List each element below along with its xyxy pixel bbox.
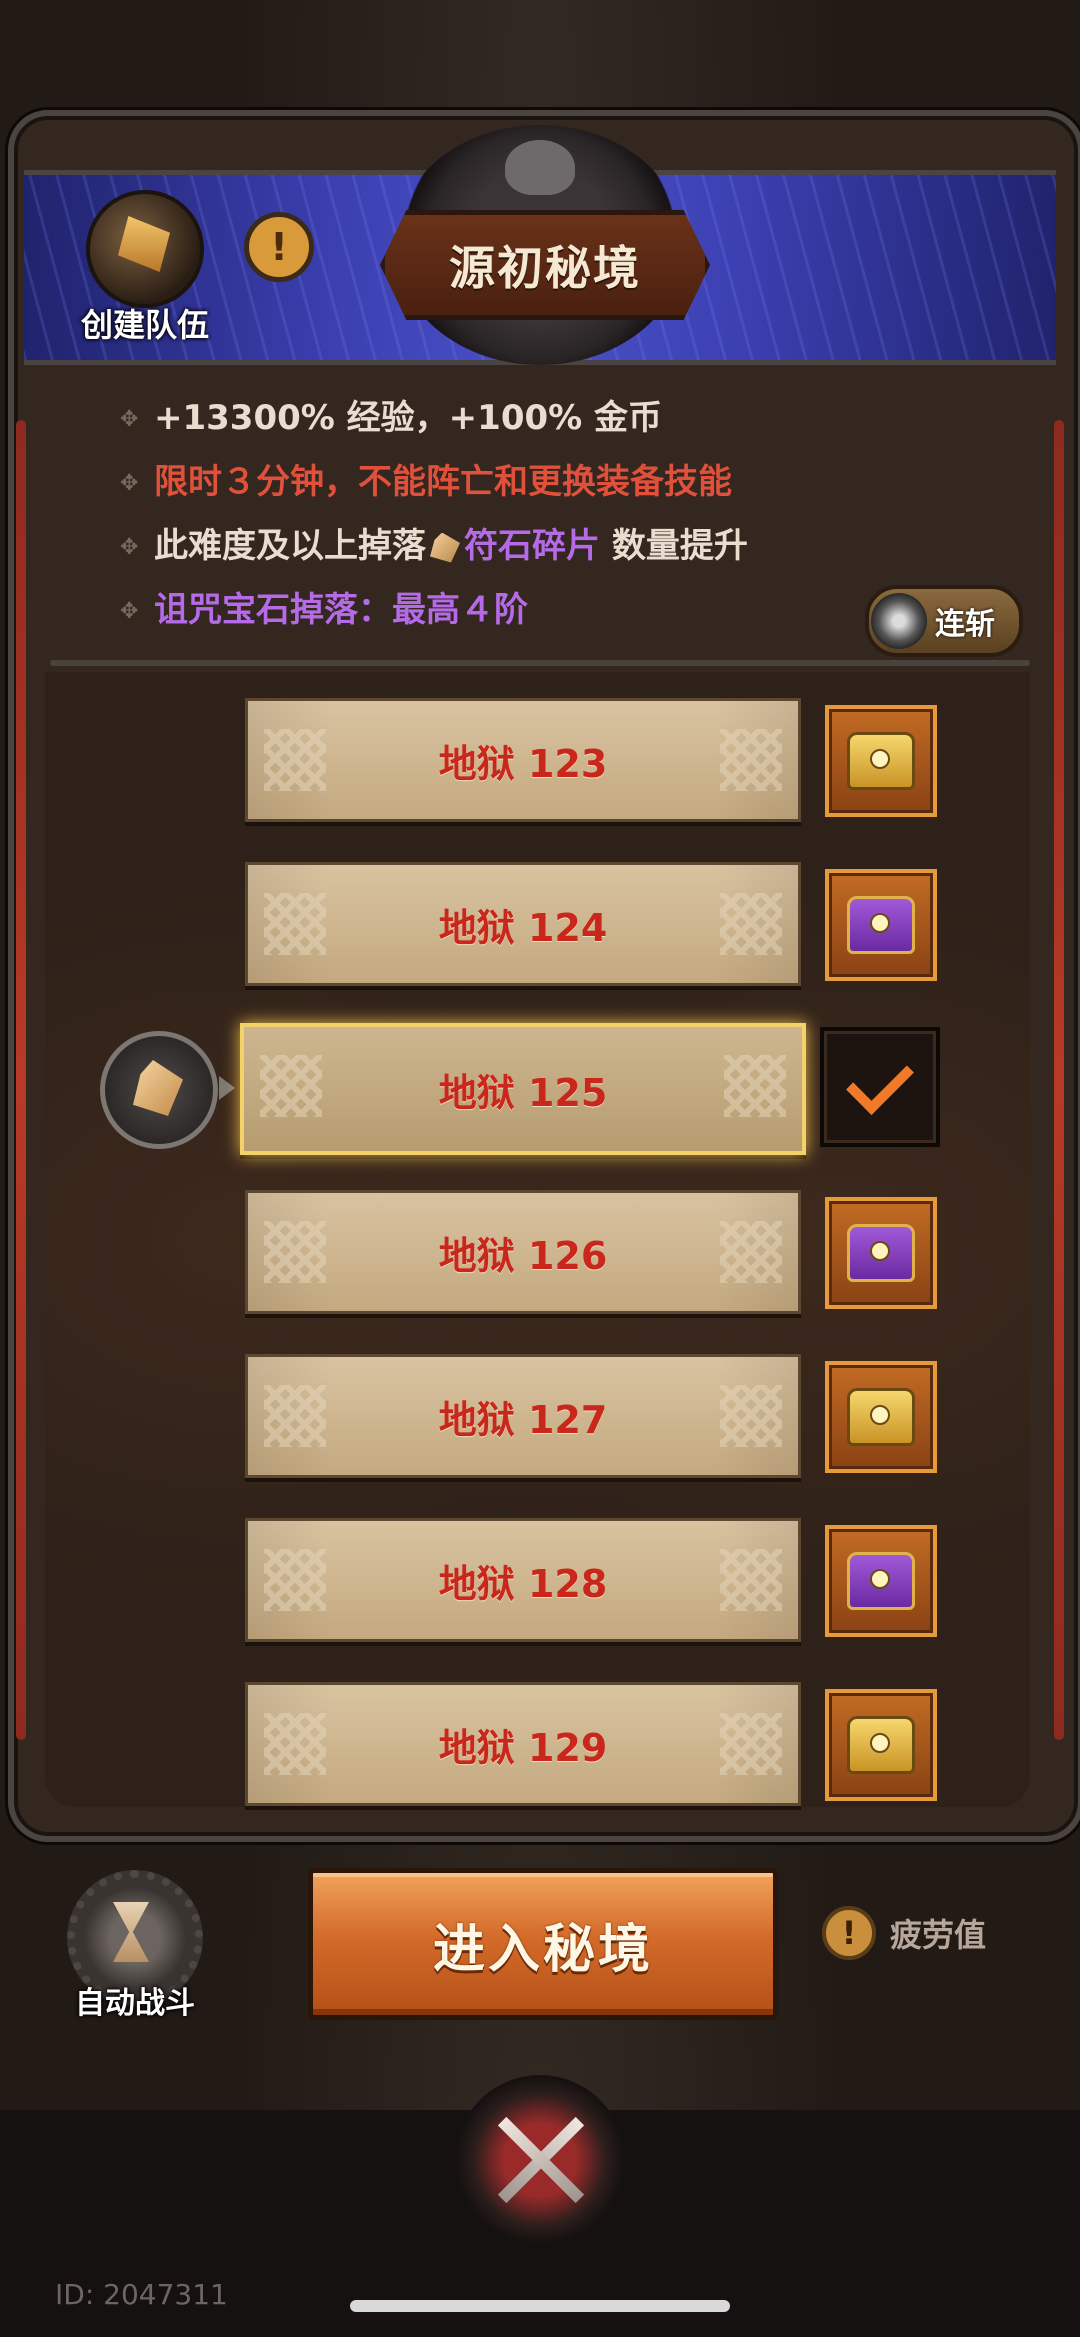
- rune-shard-icon: [133, 1060, 183, 1116]
- info-line-drops: ✥ 此难度及以上掉落 符石碎片 数量提升: [120, 526, 748, 566]
- user-id: ID: 2047311: [55, 2278, 228, 2311]
- info-line-rules: ✥ 限时３分钟，不能阵亡和更换装备技能: [120, 462, 732, 502]
- purple-chest-icon: [847, 1552, 915, 1610]
- level-button-selected[interactable]: 地狱 125: [240, 1023, 806, 1155]
- reward-chest[interactable]: [825, 1197, 937, 1309]
- enter-dungeon-button[interactable]: 进入秘境: [308, 1868, 778, 2020]
- frame-accent-right: [1054, 420, 1064, 1740]
- auto-battle-button[interactable]: 自动战斗: [55, 1870, 215, 2021]
- horn-icon: [86, 190, 204, 308]
- current-level-marker: [100, 1031, 235, 1149]
- level-button[interactable]: 地狱 124: [245, 862, 801, 986]
- reward-chest[interactable]: [825, 869, 937, 981]
- fatigue-info[interactable]: ! 疲劳值: [822, 1906, 986, 1960]
- level-button[interactable]: 地狱 123: [245, 698, 801, 822]
- info-line-gems: ✥ 诅咒宝石掉落：最高４阶: [120, 590, 528, 630]
- purple-chest-icon: [847, 1224, 915, 1282]
- rune-shard-icon: [430, 532, 460, 563]
- gold-chest-icon: [847, 1716, 915, 1774]
- combo-label: 连斩: [935, 607, 995, 642]
- crossed-swords-icon[interactable]: [455, 2075, 625, 2245]
- enter-dungeon-label: 进入秘境: [432, 1919, 653, 1980]
- warning-icon: !: [822, 1906, 876, 1960]
- reward-chest[interactable]: [825, 1525, 937, 1637]
- frame-accent-left: [16, 420, 26, 1740]
- hourglass-icon: [113, 1902, 149, 1962]
- divider: [50, 660, 1030, 666]
- bullet-icon: ✥: [120, 534, 139, 560]
- checkmark-icon: [846, 1047, 914, 1115]
- fatigue-label: 疲劳值: [890, 1916, 987, 1954]
- reward-chest[interactable]: [825, 1689, 937, 1801]
- level-button[interactable]: 地狱 127: [245, 1354, 801, 1478]
- info-line-rewards: ✥ +13300% 经验，+100% 金币: [120, 398, 663, 438]
- page-title: 源初秘境: [449, 241, 641, 295]
- level-button[interactable]: 地狱 129: [245, 1682, 801, 1806]
- auto-battle-label: 自动战斗: [75, 1986, 195, 2021]
- combo-button[interactable]: 连斩: [865, 585, 1023, 657]
- bullet-icon: ✥: [120, 406, 139, 432]
- reward-claimed[interactable]: [820, 1027, 940, 1147]
- gold-chest-icon: [847, 732, 915, 790]
- level-button[interactable]: 地狱 128: [245, 1518, 801, 1642]
- skull-icon: [505, 140, 575, 195]
- reward-chest[interactable]: [825, 705, 937, 817]
- combo-icon: [871, 593, 927, 649]
- level-button[interactable]: 地狱 126: [245, 1190, 801, 1314]
- bullet-icon: ✥: [120, 598, 139, 624]
- purple-chest-icon: [847, 896, 915, 954]
- title-plate: 源初秘境: [380, 210, 710, 320]
- home-indicator[interactable]: [350, 2300, 730, 2312]
- info-icon[interactable]: !: [244, 212, 314, 282]
- reward-chest[interactable]: [825, 1361, 937, 1473]
- create-team-button[interactable]: 创建队伍: [60, 190, 230, 344]
- gold-chest-icon: [847, 1388, 915, 1446]
- bullet-icon: ✥: [120, 470, 139, 496]
